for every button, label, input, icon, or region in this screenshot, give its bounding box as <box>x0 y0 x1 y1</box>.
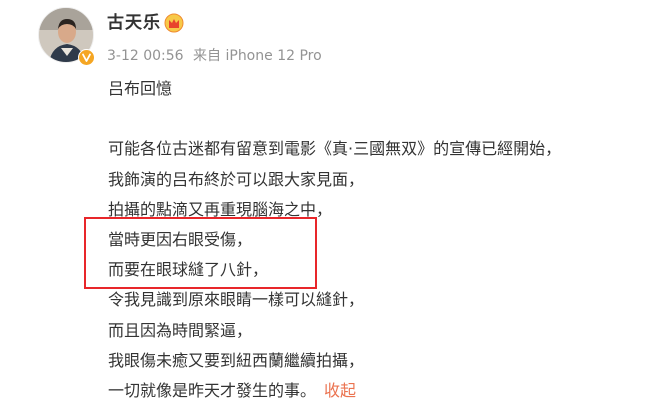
weibo-post: 古天乐 3-12 00:56 来自 iPhone 12 Pro 吕布回憶 可能各… <box>0 0 666 415</box>
content-line: 吕布回憶 <box>108 79 173 98</box>
collapse-link[interactable]: 收起 <box>324 381 356 400</box>
verified-icon <box>78 49 95 66</box>
content-line <box>108 104 561 134</box>
content-line: 而且因為時間緊逼， <box>108 320 253 340</box>
content-line: 令我見識到原來眼睛一樣可以縫針， <box>108 290 365 310</box>
post-meta: 3-12 00:56 来自 iPhone 12 Pro <box>107 46 327 66</box>
content-line: 我飾演的吕布終於可以跟大家見面， <box>108 169 365 189</box>
content-line: 我眼傷未癒又要到紐西蘭繼續拍攝， <box>108 350 365 370</box>
content-line: 可能各位古迷都有留意到電影《真·三國無双》的宣傳已經開始， <box>108 139 562 159</box>
highlight-annotation-box <box>84 217 317 289</box>
post-source: 来自 iPhone 12 Pro <box>193 48 322 64</box>
author-avatar-wrapper[interactable] <box>38 7 95 66</box>
post-timestamp[interactable]: 3-12 00:56 <box>107 48 184 64</box>
crown-icon[interactable] <box>164 13 184 33</box>
content-last-line: 一切就像是昨天才發生的事。 收起 <box>108 376 561 406</box>
content-line-text: 一切就像是昨天才發生的事。 <box>108 380 317 400</box>
author-name[interactable]: 古天乐 <box>107 11 161 35</box>
